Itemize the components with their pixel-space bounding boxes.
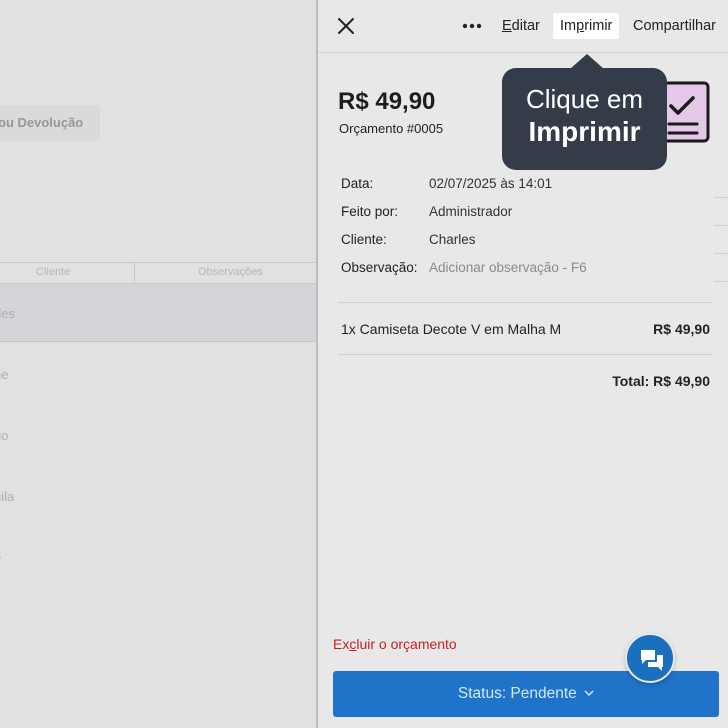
add-note-field[interactable]: Adicionar observação - F6	[429, 260, 587, 275]
info-label: Observação:	[341, 260, 418, 275]
row-divider	[714, 281, 728, 282]
item-price: R$ 49,90	[653, 321, 710, 337]
info-label: Data:	[341, 176, 374, 191]
share-button[interactable]: Compartilhar	[633, 18, 716, 34]
info-label: Feito por:	[341, 204, 399, 219]
chat-icon	[641, 650, 663, 671]
edit-button[interactable]: Editar	[502, 18, 540, 34]
item-description: 1x Camiseta Decote V em Malha M	[341, 321, 562, 337]
status-label: Status: Pendente	[457, 685, 577, 702]
info-label: Cliente:	[341, 232, 387, 247]
chevron-down-icon	[584, 690, 594, 697]
background-overlay	[0, 0, 318, 728]
row-divider	[714, 225, 728, 226]
info-value: 02/07/2025 às 14:01	[429, 176, 553, 191]
tooltip-line2: Imprimir	[528, 116, 641, 147]
tooltip-arrow	[570, 54, 604, 69]
delete-quote-link[interactable]: Excluir o orçamento	[333, 636, 457, 652]
info-value: Administrador	[429, 204, 513, 219]
divider	[338, 354, 712, 355]
more-horizontal-icon[interactable]	[461, 17, 483, 35]
quote-number: Orçamento #0005	[339, 121, 444, 136]
print-tooltip: Clique em Imprimir	[502, 68, 667, 170]
panel-header: Editar Imprimir Compartilhar	[318, 0, 728, 53]
print-button[interactable]: Imprimir	[553, 13, 620, 39]
tooltip-line1: Clique em	[525, 84, 644, 114]
quote-amount: R$ 49,90	[338, 88, 436, 115]
close-icon[interactable]	[336, 16, 356, 36]
row-divider	[714, 197, 728, 198]
quote-total: Total: R$ 49,90	[612, 373, 710, 389]
row-divider	[714, 253, 728, 254]
chat-button[interactable]	[625, 633, 675, 683]
info-value: Charles	[429, 232, 476, 247]
divider	[338, 302, 712, 303]
